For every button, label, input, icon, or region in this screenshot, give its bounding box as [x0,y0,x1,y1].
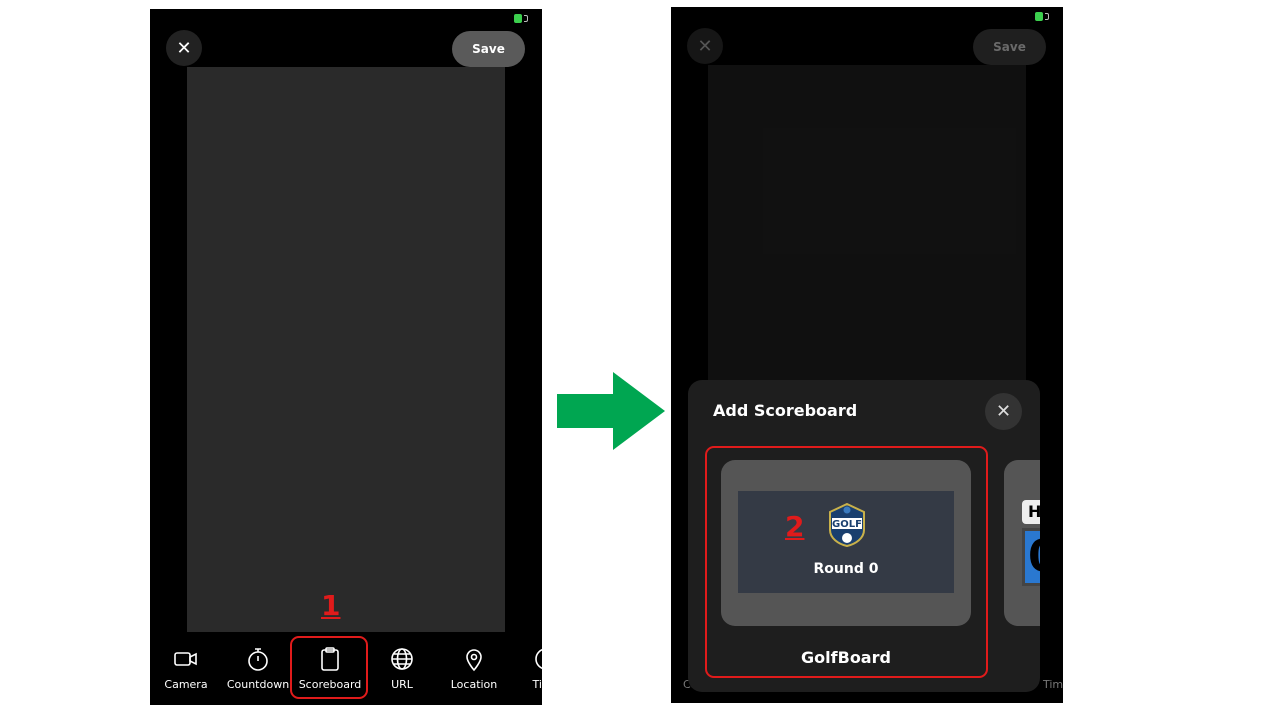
tool-camera[interactable]: Camera [150,636,222,704]
tool-label: URL [391,678,413,691]
tool-countdown[interactable]: Countdown [222,636,294,704]
canvas-area[interactable] [187,67,505,632]
arrow-right-icon [557,372,665,450]
save-button[interactable]: Save [452,31,525,67]
close-icon: ✕ [995,401,1012,422]
partial-card-label: H [1022,500,1040,524]
tool-url[interactable]: URL [366,636,438,704]
highlight-golfboard [705,446,988,678]
save-button[interactable]: Save [973,29,1046,65]
add-scoreboard-sheet: Add Scoreboard ✕ GOLF Round 0 GolfBoard … [688,380,1040,692]
scoreboard-card-partial[interactable]: H 0 [1004,460,1040,626]
close-icon: ✕ [697,35,713,57]
clock-icon [535,648,542,670]
tool-label-time-partial: Tim [1043,678,1063,691]
stopwatch-icon [248,648,268,671]
step-number-1: 1 [321,589,341,622]
highlight-scoreboard [290,636,368,699]
video-camera-icon [174,652,197,666]
close-button[interactable]: ✕ [166,30,202,66]
close-icon: ✕ [176,37,192,59]
partial-card-score: 0 [1022,528,1040,586]
tool-label: Countdown [226,678,290,691]
step-number-2: 2 [785,510,805,543]
tool-time[interactable]: Time [510,636,542,704]
battery-icon [514,14,528,23]
phone-screen-add-scoreboard: ✕ Save Ca Tim Add Scoreboard ✕ GOLF Roun… [671,7,1063,703]
tool-label: Location [450,678,498,691]
tool-location[interactable]: Location [438,636,510,704]
sheet-close-button[interactable]: ✕ [985,393,1022,430]
sheet-title: Add Scoreboard [713,401,858,420]
tool-label: Time [532,678,542,691]
tool-label: Camera [164,678,208,691]
map-pin-icon [466,649,482,672]
close-button[interactable]: ✕ [687,28,723,64]
battery-icon [1035,12,1049,21]
globe-icon [391,648,413,670]
phone-screen-editor: ✕ Save 1 Camera Countdown Scoreboard URL… [150,9,542,705]
